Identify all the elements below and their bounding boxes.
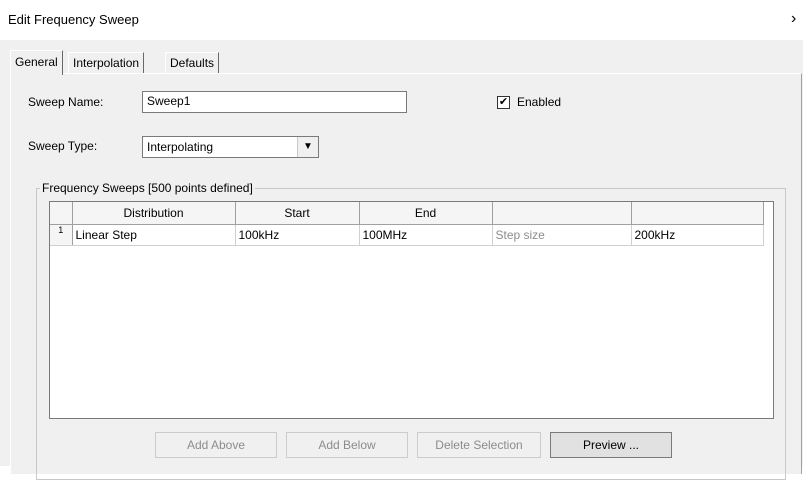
enabled-checkbox[interactable]: ✔ [497, 96, 510, 109]
title-bar: Edit Frequency Sweep › [0, 0, 803, 40]
preview-button[interactable]: Preview ... [550, 432, 672, 458]
column-header-start[interactable]: Start [235, 202, 360, 225]
column-header-param-value[interactable] [631, 202, 764, 225]
frequency-sweeps-group-label: Frequency Sweeps [500 points defined] [40, 181, 255, 195]
general-tab-panel: Sweep Name: Sweep1 ✔ Enabled Sweep Type:… [10, 73, 802, 480]
column-header-param-label[interactable] [492, 202, 632, 225]
table-row[interactable]: 1 Linear Step 100kHz 100MHz Step size 20… [50, 224, 764, 246]
sweep-type-value: Interpolating [147, 140, 214, 154]
cell-distribution[interactable]: Linear Step [72, 224, 236, 246]
tab-interpolation[interactable]: Interpolation [68, 52, 145, 73]
chevron-down-icon[interactable]: ▼ [297, 137, 318, 157]
delete-selection-button[interactable]: Delete Selection [417, 432, 541, 458]
add-above-button[interactable]: Add Above [155, 432, 277, 458]
column-header-distribution[interactable]: Distribution [72, 202, 236, 225]
enabled-label: Enabled [517, 95, 562, 109]
add-below-button[interactable]: Add Below [286, 432, 408, 458]
sweep-name-input[interactable]: Sweep1 [142, 91, 407, 113]
row-index[interactable]: 1 [50, 224, 73, 246]
window-title: Edit Frequency Sweep [8, 12, 139, 27]
tab-general[interactable]: General [10, 50, 63, 75]
sweep-type-label: Sweep Type: [28, 139, 98, 153]
dialog-body: General Interpolation Defaults Sweep Nam… [0, 40, 803, 480]
column-header-end[interactable]: End [359, 202, 493, 225]
sweep-name-label: Sweep Name: [28, 95, 104, 109]
close-icon[interactable]: › [791, 9, 803, 29]
sweeps-table: Distribution Start End 1 Linear Step 100… [50, 202, 764, 246]
table-header-row: Distribution Start End [50, 202, 764, 225]
tab-defaults[interactable]: Defaults [165, 52, 220, 73]
frequency-sweeps-group: Frequency Sweeps [500 points defined] Di… [36, 181, 786, 480]
corner-cell [50, 202, 73, 225]
cell-param-label: Step size [492, 224, 632, 246]
sweep-type-select[interactable]: Interpolating ▼ [142, 136, 319, 158]
frequency-sweeps-grid: Distribution Start End 1 Linear Step 100… [49, 201, 774, 419]
cell-param-value[interactable]: 200kHz [631, 224, 764, 246]
cell-end[interactable]: 100MHz [359, 224, 493, 246]
cell-start[interactable]: 100kHz [235, 224, 360, 246]
